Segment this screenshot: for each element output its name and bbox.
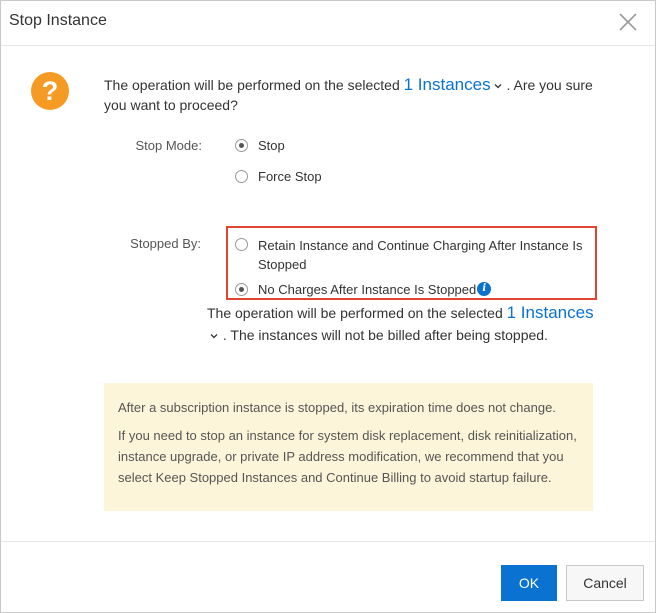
close-icon[interactable]	[617, 11, 639, 33]
tip-box: After a subscription instance is stopped…	[104, 383, 593, 511]
chevron-down-icon	[494, 83, 502, 88]
note-text-before: The operation will be performed on the s…	[207, 305, 507, 321]
stop-instance-dialog: Stop Instance ? The operation will be pe…	[0, 0, 656, 613]
option-label: Stop	[258, 138, 285, 153]
instances-link-label: 1 Instances	[403, 75, 491, 94]
message-text-before: The operation will be performed on the s…	[104, 77, 404, 93]
stopped-by-option-no-charges[interactable]: No Charges After Instance Is Stopped i	[235, 282, 492, 297]
billing-note: The operation will be performed on the s…	[207, 302, 597, 346]
info-icon[interactable]: i	[477, 282, 492, 296]
stop-mode-label: Stop Mode:	[135, 138, 203, 153]
option-label: No Charges After Instance Is Stopped	[258, 282, 477, 297]
radio-button[interactable]	[235, 170, 248, 183]
question-circle-icon: ?	[31, 72, 69, 110]
tip-line-2: If you need to stop an instance for syst…	[118, 428, 577, 485]
ok-button[interactable]: OK	[501, 565, 557, 601]
stop-mode-option-stop[interactable]: Stop	[235, 138, 285, 153]
dialog-header: Stop Instance	[1, 1, 655, 46]
stop-mode-option-force-stop[interactable]: Force Stop	[235, 169, 322, 184]
stopped-by-option-retain[interactable]: Retain Instance and Continue Charging Af…	[235, 236, 585, 274]
dialog-footer: OK Cancel	[1, 541, 655, 613]
radio-button[interactable]	[235, 283, 248, 296]
note-text-after: . The instances will not be billed after…	[219, 327, 548, 343]
instances-link-label: 1 Instances	[506, 303, 594, 322]
option-label: Force Stop	[258, 169, 322, 184]
dialog-title: Stop Instance	[9, 12, 107, 29]
chevron-down-icon	[210, 333, 218, 338]
cancel-button[interactable]: Cancel	[566, 565, 644, 601]
option-label: Retain Instance and Continue Charging Af…	[258, 238, 583, 272]
instances-dropdown-link[interactable]: 1 Instances	[404, 75, 503, 94]
radio-button[interactable]	[235, 238, 248, 251]
confirm-message: The operation will be performed on the s…	[104, 75, 604, 115]
tip-line-1: After a subscription instance is stopped…	[118, 400, 556, 415]
stopped-by-label: Stopped By:	[130, 236, 201, 251]
radio-button[interactable]	[235, 139, 248, 152]
